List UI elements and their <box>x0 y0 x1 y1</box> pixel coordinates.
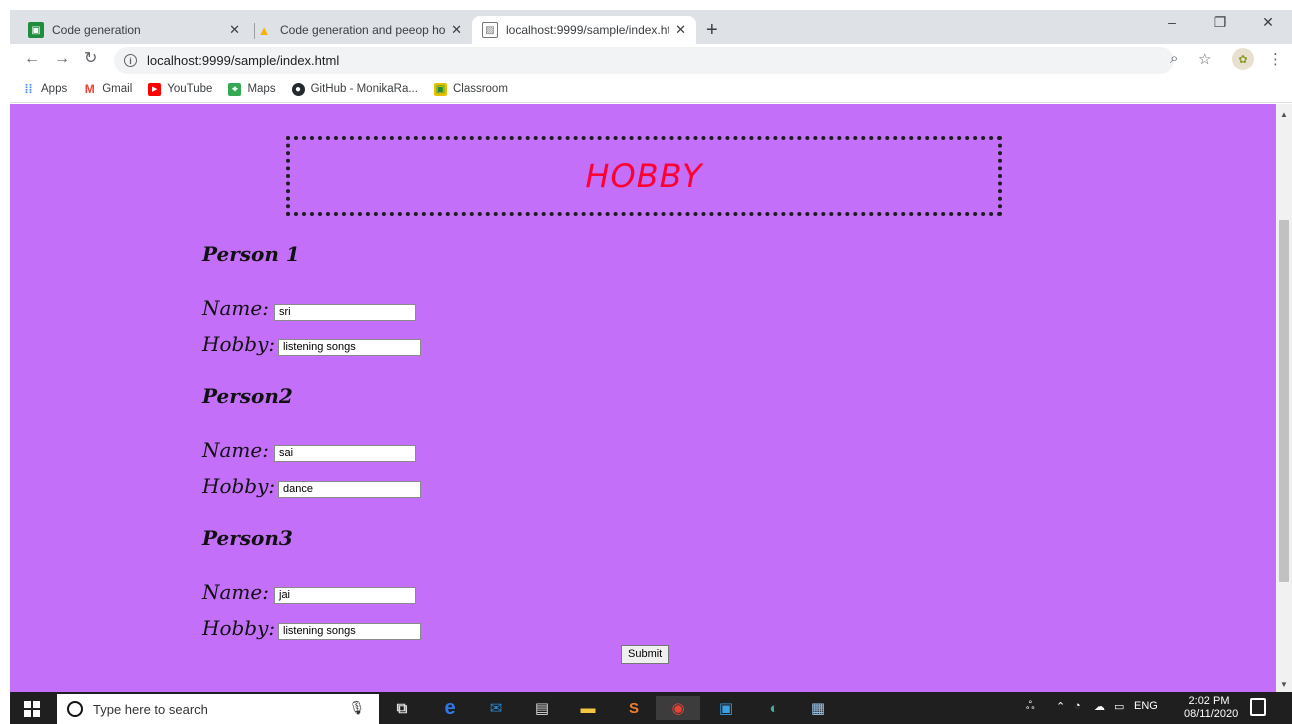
zoom-icon[interactable]: ⌕ <box>1170 50 1178 67</box>
person-1-hobby-label: Hobby: <box>202 332 276 356</box>
page-title: HOBBY <box>585 157 703 195</box>
youtube-icon: ▶ <box>148 82 162 96</box>
title-box: HOBBY <box>286 136 1002 216</box>
search-placeholder: Type here to search <box>93 701 208 717</box>
close-tab-icon[interactable]: ✕ <box>451 22 462 38</box>
bookmark-github[interactable]: ● GitHub - MonikaRa... <box>291 82 418 96</box>
forward-arrow-icon[interactable]: → <box>54 50 70 68</box>
github-icon: ● <box>291 82 305 96</box>
submit-button[interactable]: Submit <box>621 645 670 664</box>
person-2-hobby-input[interactable]: dance <box>278 481 421 498</box>
page-image-icon: ▨ <box>482 22 498 38</box>
photos-icon[interactable]: ▣ <box>714 696 738 720</box>
bookmark-apps[interactable]: ⁞⁞ Apps <box>22 82 68 96</box>
bookmark-star-icon[interactable]: ☆ <box>1198 50 1211 68</box>
chrome-icon[interactable]: ◉ <box>656 696 700 720</box>
bookmark-label: YouTube <box>167 83 213 95</box>
system-clock[interactable]: 2:02 PM 08/11/2020 <box>1184 695 1239 721</box>
battery-icon[interactable]: ▭ <box>1114 700 1124 713</box>
page-viewport: HOBBY Person 1 Name: sri Hobby: listenin… <box>10 104 1276 692</box>
tab-title: Code generation <box>52 23 141 37</box>
bookmark-label: Classroom <box>452 83 508 95</box>
bookmark-label: Apps <box>41 83 68 95</box>
gmail-icon: M <box>84 82 95 96</box>
classroom-icon: ▣ <box>433 82 447 96</box>
person-3-name-label: Name: <box>202 580 269 604</box>
classroom-icon: ▣ <box>28 22 44 38</box>
file-explorer-icon[interactable]: ▬ <box>576 696 600 720</box>
new-tab-button[interactable]: + <box>706 20 718 40</box>
app-window-icon[interactable]: ▦ <box>806 696 830 720</box>
bookmark-maps[interactable]: ⌖ Maps <box>228 82 276 96</box>
edge-icon[interactable]: e <box>438 696 462 720</box>
bookmark-label: GitHub - MonikaRa... <box>310 83 418 95</box>
page-scrollbar[interactable]: ▲ ▼ <box>1276 104 1292 692</box>
notification-icon[interactable] <box>1250 698 1266 716</box>
person-3-hobby-label: Hobby: <box>202 616 276 640</box>
windows-taskbar: Type here to search 🎙 ⧉ e ✉ ▤ ▬ S ◉ ▣ ◐ … <box>10 692 1292 724</box>
tab-strip: ▣ Code generation ✕ ▲ Code generation an… <box>10 10 1292 44</box>
tab-title: Code generation and peeop hole <box>280 23 446 37</box>
person-2-hobby-label: Hobby: <box>202 474 276 498</box>
scroll-down-icon[interactable]: ▼ <box>1280 680 1288 689</box>
url-text[interactable]: localhost:9999/sample/index.html <box>147 53 339 68</box>
apps-grid-icon: ⁞⁞ <box>24 82 33 96</box>
microphone-icon[interactable]: 🎙 <box>348 700 365 716</box>
sublime-text-icon[interactable]: S <box>622 696 646 720</box>
clock-time: 2:02 PM <box>1188 695 1230 707</box>
google-drive-icon: ▲ <box>257 22 271 38</box>
bookmark-label: Gmail <box>102 83 133 95</box>
person-1-name-label: Name: <box>202 296 269 320</box>
address-bar[interactable]: i localhost:9999/sample/index.html <box>114 47 1174 74</box>
bookmark-gmail[interactable]: M Gmail <box>83 82 133 96</box>
scrollbar-thumb[interactable] <box>1279 220 1289 582</box>
tab-code-generation-peephole[interactable]: ▲ Code generation and peeop hole ✕ <box>246 16 472 44</box>
close-window-button[interactable]: ✕ <box>1248 14 1288 31</box>
person-3-heading: Person3 <box>202 526 293 550</box>
person-1-hobby-input[interactable]: listening songs <box>278 339 421 356</box>
menu-kebab-icon[interactable]: ⋮ <box>1268 50 1283 68</box>
mail-icon[interactable]: ✉ <box>484 696 508 720</box>
reload-icon[interactable]: ↻ <box>84 50 97 68</box>
wifi-icon[interactable]: ◔ <box>1074 700 1081 712</box>
close-tab-icon[interactable]: ✕ <box>229 22 240 38</box>
cortana-icon <box>67 701 83 717</box>
person-3-name-input[interactable]: jai <box>274 587 416 604</box>
tab-localhost[interactable]: ▨ localhost:9999/sample/index.htm ✕ <box>472 16 696 44</box>
people-icon[interactable]: ஃ <box>1026 700 1035 714</box>
bookmark-youtube[interactable]: ▶ YouTube <box>148 82 213 96</box>
scroll-up-icon[interactable]: ▲ <box>1280 110 1288 119</box>
bookmark-classroom[interactable]: ▣ Classroom <box>433 82 508 96</box>
person-2-name-input[interactable]: sai <box>274 445 416 462</box>
taskbar-search[interactable]: Type here to search 🎙 <box>57 694 379 724</box>
maps-icon: ⌖ <box>228 82 242 96</box>
chrome-app-icon[interactable]: ◐ <box>762 696 786 720</box>
language-indicator[interactable]: ENG <box>1134 700 1158 712</box>
browser-toolbar: ← → ↻ i localhost:9999/sample/index.html… <box>10 44 1292 76</box>
person-3-hobby-input[interactable]: listening songs <box>278 623 421 640</box>
cloud-icon[interactable]: ☁ <box>1094 700 1105 713</box>
bookmark-label: Maps <box>247 83 276 95</box>
tab-code-generation[interactable]: ▣ Code generation ✕ <box>18 16 250 44</box>
windows-start-icon[interactable] <box>24 701 40 717</box>
chevron-up-icon[interactable]: ⌃ <box>1056 700 1065 713</box>
clock-date: 08/11/2020 <box>1184 708 1239 720</box>
site-info-icon[interactable]: i <box>124 54 137 67</box>
person-1-heading: Person 1 <box>202 242 300 266</box>
bookmarks-bar: ⁞⁞ Apps M Gmail ▶ YouTube ⌖ Maps ● GitHu… <box>10 76 1292 103</box>
tab-title: localhost:9999/sample/index.htm <box>506 23 670 37</box>
restore-button[interactable]: ❐ <box>1200 14 1240 31</box>
close-tab-icon[interactable]: ✕ <box>675 22 686 38</box>
person-2-heading: Person2 <box>202 384 293 408</box>
avatar[interactable]: ✿ <box>1232 48 1254 70</box>
person-1-name-input[interactable]: sri <box>274 304 416 321</box>
task-view-icon[interactable]: ⧉ <box>390 696 414 720</box>
minimize-button[interactable]: – <box>1152 14 1192 30</box>
person-2-name-label: Name: <box>202 438 269 462</box>
back-arrow-icon[interactable]: ← <box>24 50 40 68</box>
store-icon[interactable]: ▤ <box>530 696 554 720</box>
